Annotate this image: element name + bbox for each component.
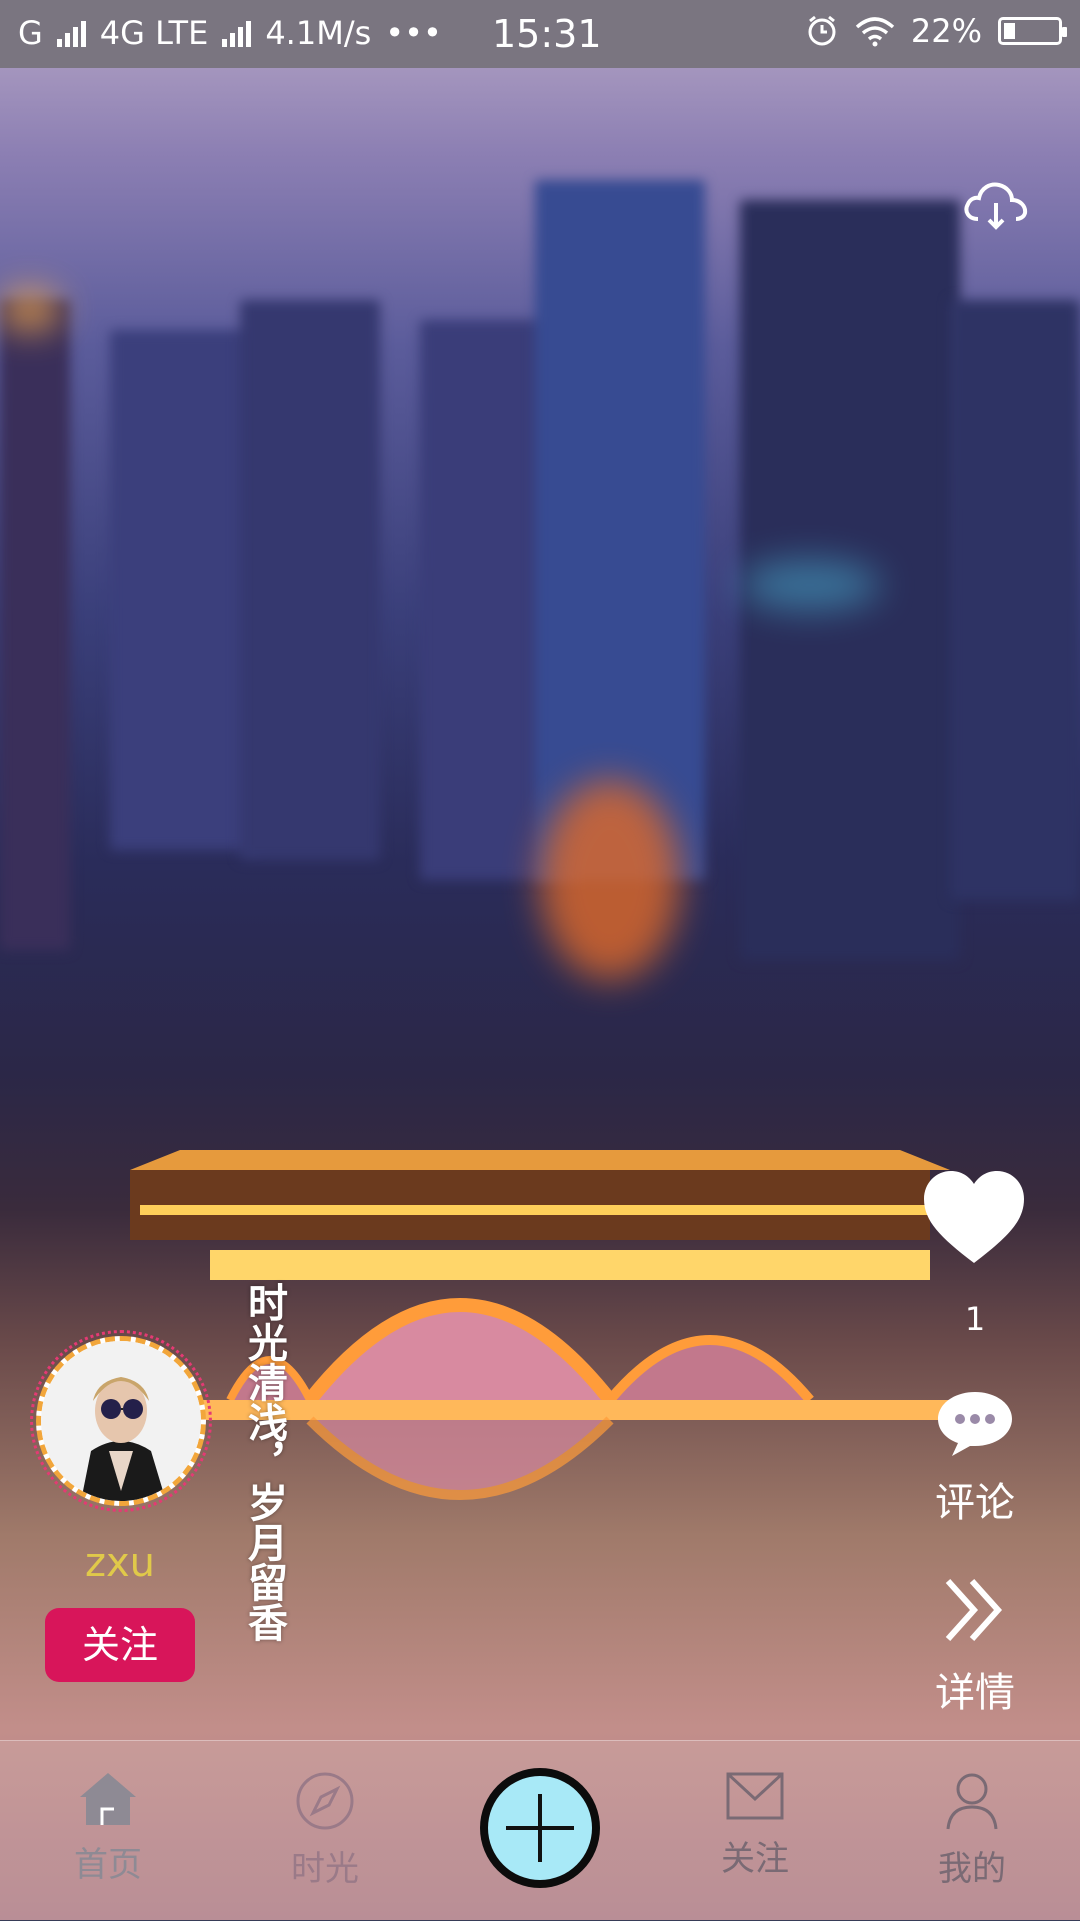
user-icon (946, 1773, 998, 1830)
carrier-text: G (18, 14, 43, 52)
status-bar: G 4G LTE 4.1M/s ••• 15:31 22% (0, 0, 1080, 68)
comment-label[interactable]: 评论 (905, 1470, 1045, 1528)
avatar-image (41, 1341, 201, 1501)
signal-icon-2 (222, 19, 252, 47)
bridge-illustration (130, 1150, 950, 1500)
nav-home[interactable]: 首页 (38, 1771, 178, 1886)
alarm-icon (808, 15, 836, 46)
add-post-button[interactable] (480, 1768, 600, 1888)
double-chevron-right-icon[interactable] (940, 1575, 1010, 1645)
avatar[interactable] (36, 1336, 206, 1506)
nav-mine-label: 我的 (938, 1849, 1006, 1889)
nav-home-label: 首页 (74, 1845, 142, 1885)
battery-percent: 22% (910, 12, 982, 50)
nav-time[interactable]: 时光 (255, 1771, 395, 1890)
follow-button[interactable]: 关注 (45, 1608, 195, 1682)
nav-mine[interactable]: 我的 (902, 1771, 1042, 1890)
nav-follow[interactable]: 关注 (685, 1771, 825, 1880)
heart-icon[interactable] (920, 1165, 1028, 1273)
compass-icon (296, 1772, 354, 1830)
like-count: 1 (964, 1300, 986, 1338)
signal-icon (56, 19, 86, 47)
author-username[interactable]: zxu (40, 1540, 200, 1586)
speed-text: 4.1M/s (265, 14, 372, 52)
battery-level (1004, 23, 1016, 39)
clock: 15:31 (492, 12, 602, 56)
battery-icon (998, 17, 1067, 45)
mail-icon (726, 1772, 784, 1820)
more-dots: ••• (385, 14, 442, 52)
plus-icon (488, 1776, 592, 1880)
wifi-icon (855, 17, 895, 47)
home-icon (80, 1773, 136, 1825)
comment-bubble-icon[interactable] (934, 1388, 1016, 1458)
cloud-download-icon[interactable] (962, 175, 1030, 231)
network-text: 4G LTE (99, 14, 209, 52)
nav-time-label: 时光 (291, 1849, 359, 1889)
detail-label[interactable]: 详情 (905, 1660, 1045, 1718)
post-caption: 时光清浅，岁月留香 (241, 1282, 287, 1642)
nav-follow-label: 关注 (721, 1839, 789, 1879)
